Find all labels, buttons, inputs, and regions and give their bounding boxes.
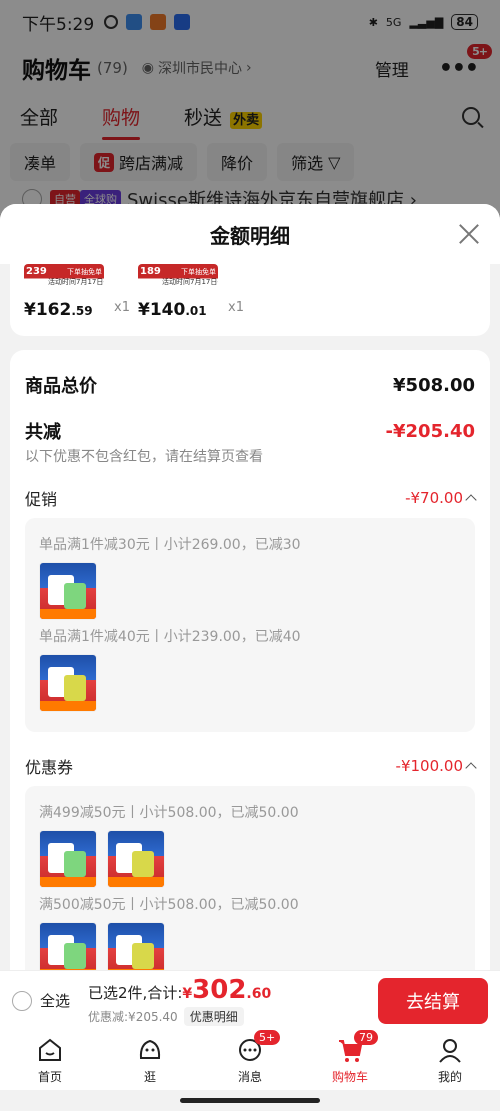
banner-price: 239 [26,266,47,277]
cart-badge: 79 [354,1029,378,1045]
saved-line: 优惠减:¥205.40 优惠明细 [88,1007,271,1026]
promo-details: 单品满1件减30元丨小计269.00，已减30 单品满1件减40元丨小计239.… [25,518,475,732]
total-value: ¥508.00 [393,374,475,396]
coupon-row[interactable]: 优惠券 -¥100.00 [25,754,477,778]
nav-home[interactable]: 首页 [20,1036,80,1085]
promo-amount: -¥70.00 [405,489,463,507]
profile-icon [439,1038,461,1063]
saved-amount: 优惠减:¥205.40 [88,1010,178,1024]
amount-breakdown: 商品总价 ¥508.00 共减 -¥205.40 以下优惠不包含红包，请在结算页… [10,350,490,970]
coupon-amount: -¥100.00 [395,757,463,775]
promo-rule: 单品满1件减40元丨小计239.00，已减40 [39,629,301,645]
checkout-button[interactable]: 去结算 [378,977,488,1024]
banner-tag: 下单抽免单 [181,268,216,276]
promo-value: -¥70.00 [405,489,477,507]
discount-note: 以下优惠不包含红包，请在结算页查看 [25,449,263,465]
total-amount-int: 302 [192,975,247,1005]
product-image[interactable]: 239 活动时间7月17日-18日 下单抽免单 [24,264,104,288]
discount-value: -¥205.40 [385,420,475,442]
product-thumbnail[interactable] [39,562,97,620]
product-price-int: ¥162 [24,300,72,320]
selected-count: 已选2件,合计: [88,984,183,1002]
product-price-int: ¥140 [138,300,186,320]
coupon-rule: 满500减50元丨小计508.00，已减50.00 [39,897,299,913]
discount-note-row: 以下优惠不包含红包，请在结算页查看 [25,446,475,466]
nav-browse[interactable]: 逛 [120,1036,180,1085]
total-label: 商品总价 [25,376,97,397]
product-price-dec: .59 [71,304,93,318]
banner-price: 189 [140,266,161,277]
promo-row[interactable]: 促销 -¥70.00 [25,486,477,510]
nav-label: 我的 [437,1069,462,1084]
coupon-value: -¥100.00 [395,757,477,775]
discount-label: 共减 [25,422,61,443]
promo-rule: 单品满1件减30元丨小计269.00，已减30 [39,537,301,553]
product-image[interactable]: 189 活动时间7月17日-18日 下单抽免单 [138,264,218,288]
checkout-bar: 全选 已选2件,合计: ¥ 302 .60 优惠减:¥205.40 优惠明细 去… [0,970,500,1030]
product-price: ¥162.59 [24,300,93,320]
browse-icon [139,1039,161,1059]
home-icon [39,1038,61,1061]
messages-badge: 5+ [254,1029,281,1045]
product-thumbnail[interactable] [39,922,97,970]
close-icon[interactable] [456,221,482,247]
product-qty: x1 [228,300,244,315]
discount-detail-button[interactable]: 优惠明细 [183,1007,244,1026]
product-price: ¥140.01 [138,300,207,320]
select-all-radio[interactable] [12,990,32,1011]
product-thumbnail[interactable] [107,830,165,888]
banner-date: 活动时间7月17日-18日 [48,278,104,286]
nav-cart[interactable]: 79 购物车 [320,1029,380,1085]
coupon-details: 满499减50元丨小计508.00，已减50.00 满500减50元丨小计508… [25,786,475,970]
coupon-label: 优惠券 [25,758,74,777]
currency-symbol: ¥ [182,986,193,1002]
sheet-title: 金额明细 [210,223,290,248]
nav-label: 消息 [237,1069,262,1084]
home-indicator[interactable] [180,1098,320,1103]
total-amount-dec: .60 [246,986,272,1002]
nav-profile[interactable]: 我的 [420,1036,480,1085]
nav-messages[interactable]: 5+ 消息 [220,1029,281,1085]
total-row: 商品总价 ¥508.00 [25,372,475,398]
summary: 已选2件,合计: ¥ 302 .60 优惠减:¥205.40 优惠明细 [88,975,271,1026]
product-thumbnail[interactable] [107,922,165,970]
product-thumbnail[interactable] [39,830,97,888]
product-qty: x1 [114,300,130,315]
select-all-label[interactable]: 全选 [40,990,70,1011]
banner-tag: 下单抽免单 [67,268,102,276]
product-strip: 239 活动时间7月17日-18日 下单抽免单 189 活动时间7月17日-18… [10,264,490,336]
promo-label: 促销 [25,490,58,509]
amount-detail-sheet: 金额明细 239 活动时间7月17日-18日 下单抽免单 189 活动时间7月1… [0,204,500,970]
bottom-nav: 首页 逛 5+ 消息 79 购物车 我的 [0,1029,500,1090]
total-line: 已选2件,合计: ¥ 302 .60 [88,975,271,1005]
nav-label: 首页 [37,1069,62,1084]
nav-label: 逛 [143,1069,156,1084]
product-thumbnail[interactable] [39,654,97,712]
product-price-dec: .01 [185,304,207,318]
coupon-rule: 满499减50元丨小计508.00，已减50.00 [39,805,299,821]
banner-date: 活动时间7月17日-18日 [162,278,218,286]
chevron-up-icon [465,494,477,506]
sheet-header: 金额明细 [0,204,500,264]
discount-row: 共减 -¥205.40 [25,418,475,444]
chevron-up-icon [465,762,477,774]
nav-label: 购物车 [331,1069,368,1084]
